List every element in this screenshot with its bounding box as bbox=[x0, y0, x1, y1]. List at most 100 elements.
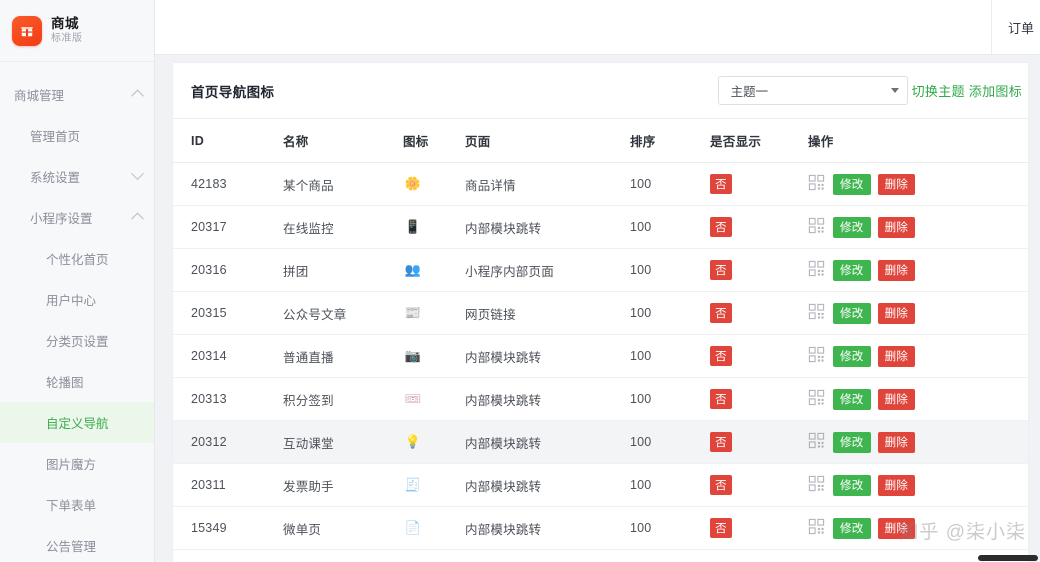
qrcode-icon[interactable] bbox=[808, 174, 825, 194]
status-badge: 否 bbox=[710, 346, 732, 366]
column-header-sort: 排序 bbox=[630, 135, 656, 149]
qrcode-icon[interactable] bbox=[808, 217, 825, 237]
sidebar-item-announcement[interactable]: 公告管理 bbox=[0, 525, 154, 562]
sidebar: 商城 标准版 商城管理 管理首页 系统设置 小程序设置 个性化首页 用户中心 分… bbox=[0, 0, 155, 562]
status-badge: 否 bbox=[710, 260, 732, 280]
sidebar-item-miniprogram-settings[interactable]: 小程序设置 bbox=[0, 197, 154, 238]
chevron-up-icon bbox=[131, 212, 144, 226]
page-icon: 📄 bbox=[404, 520, 422, 535]
edit-button[interactable]: 修改 bbox=[833, 517, 871, 539]
table-row[interactable]: 20314 普通直播 📷 内部模块跳转 100 否 修改 删除 bbox=[173, 335, 1028, 378]
qrcode-icon[interactable] bbox=[808, 432, 825, 452]
cell-sort: 100 bbox=[630, 306, 652, 320]
cell-sort: 100 bbox=[630, 177, 652, 191]
cell-page: 内部模块跳转 bbox=[465, 436, 542, 451]
qrcode-icon[interactable] bbox=[808, 475, 825, 495]
edit-button[interactable]: 修改 bbox=[833, 474, 871, 496]
cell-name: 公众号文章 bbox=[283, 307, 347, 322]
edit-button[interactable]: 修改 bbox=[833, 302, 871, 324]
edit-button[interactable]: 修改 bbox=[833, 345, 871, 367]
sidebar-item-label: 轮播图 bbox=[46, 376, 84, 390]
cell-name: 积分签到 bbox=[283, 393, 334, 408]
table-body: 42183 某个商品 🌼 商品详情 100 否修改 删除 20317 在线监控 📱 内部模块跳转 10… bbox=[173, 163, 1028, 550]
sidebar-item-carousel[interactable]: 轮播图 bbox=[0, 361, 154, 402]
delete-button[interactable]: 删除 bbox=[877, 302, 916, 324]
table-row[interactable]: 20315 公众号文章 📰 网页链接 100 否 修改 删除 bbox=[173, 292, 1028, 335]
table-row[interactable]: 20312 互动课堂 💡 内部模块跳转 100 否 修改 删除 bbox=[173, 421, 1028, 464]
delete-button[interactable]: 删除 bbox=[877, 431, 916, 453]
cell-sort: 100 bbox=[630, 349, 652, 363]
edit-button[interactable]: 修改 bbox=[833, 173, 871, 195]
delete-button[interactable]: 删除 bbox=[877, 517, 916, 539]
cell-id: 20317 bbox=[191, 220, 227, 234]
qrcode-icon[interactable] bbox=[808, 303, 825, 323]
cell-id: 20311 bbox=[191, 478, 226, 492]
sidebar-item-image-cube[interactable]: 图片魔方 bbox=[0, 443, 154, 484]
navigation-icons-card: 首页导航图标 主题一 切换主题 添加图标 ID 名称 图标 页面 排序 是否显示… bbox=[173, 63, 1028, 562]
cell-page: 商品详情 bbox=[465, 178, 516, 193]
cell-icon: 👥 bbox=[403, 260, 465, 280]
cell-icon: 🎟 bbox=[403, 389, 465, 409]
add-icon-link[interactable]: 添加图标 bbox=[965, 81, 1022, 100]
sidebar-item-label: 小程序设置 bbox=[30, 212, 93, 226]
column-header-page: 页面 bbox=[465, 135, 491, 149]
sidebar-item-order-form[interactable]: 下单表单 bbox=[0, 484, 154, 525]
cell-page: 内部模块跳转 bbox=[465, 479, 542, 494]
edit-button[interactable]: 修改 bbox=[833, 431, 871, 453]
status-badge: 否 bbox=[710, 432, 732, 452]
scrollbar-thumb[interactable] bbox=[978, 555, 1038, 561]
edit-button[interactable]: 修改 bbox=[833, 259, 871, 281]
sidebar-item-user-center[interactable]: 用户中心 bbox=[0, 279, 154, 320]
table-row[interactable]: 20313 积分签到 🎟 内部模块跳转 100 否 修改 删除 bbox=[173, 378, 1028, 421]
cell-operations: 修改 删除 bbox=[808, 259, 1020, 281]
cell-page: 小程序内部页面 bbox=[465, 264, 554, 279]
sidebar-item-management-home[interactable]: 管理首页 bbox=[0, 115, 154, 156]
column-header-id: ID bbox=[191, 133, 205, 148]
delete-button[interactable]: 删除 bbox=[877, 259, 916, 281]
cell-show: 否 bbox=[710, 303, 808, 323]
horizontal-scrollbar[interactable] bbox=[155, 555, 1040, 562]
cell-show: 否 bbox=[710, 518, 808, 538]
qrcode-icon[interactable] bbox=[808, 346, 825, 366]
table-row[interactable]: 20317 在线监控 📱 内部模块跳转 100 否 修改 删除 bbox=[173, 206, 1028, 249]
table-row[interactable]: 15349 微单页 📄 内部模块跳转 100 否 修改 删除 bbox=[173, 507, 1028, 550]
theme-select[interactable]: 主题一 bbox=[717, 76, 908, 105]
sidebar-item-custom-navigation[interactable]: 自定义导航 bbox=[0, 402, 154, 443]
cell-page: 内部模块跳转 bbox=[465, 393, 542, 408]
brand-text: 商城 标准版 bbox=[51, 15, 83, 45]
edit-button[interactable]: 修改 bbox=[833, 216, 871, 238]
cell-name: 拼团 bbox=[283, 264, 309, 279]
sidebar-item-personalized-home[interactable]: 个性化首页 bbox=[0, 238, 154, 279]
delete-button[interactable]: 删除 bbox=[877, 345, 916, 367]
sidebar-item-system-settings[interactable]: 系统设置 bbox=[0, 156, 154, 197]
edit-button[interactable]: 修改 bbox=[833, 388, 871, 410]
sidebar-item-label: 系统设置 bbox=[30, 171, 81, 185]
sidebar-item-category-page[interactable]: 分类页设置 bbox=[0, 320, 154, 361]
table-row[interactable]: 20316 拼团 👥 小程序内部页面 100 否 修改 删除 bbox=[173, 249, 1028, 292]
delete-button[interactable]: 删除 bbox=[877, 216, 916, 238]
status-badge: 否 bbox=[710, 475, 732, 495]
brand-title: 商城 bbox=[51, 15, 79, 31]
cell-operations: 修改 删除 bbox=[808, 302, 1020, 324]
qrcode-icon[interactable] bbox=[808, 518, 825, 538]
cell-operations: 修改 删除 bbox=[808, 474, 1020, 496]
brand[interactable]: 商城 标准版 bbox=[0, 0, 154, 62]
topbar-item-orders[interactable]: 订单 bbox=[1008, 18, 1036, 37]
group-icon: 👥 bbox=[404, 262, 422, 277]
chevron-up-icon bbox=[131, 89, 144, 103]
delete-button[interactable]: 删除 bbox=[877, 388, 916, 410]
cell-icon: 🧾 bbox=[403, 475, 465, 495]
switch-theme-link[interactable]: 切换主题 bbox=[908, 81, 965, 100]
qrcode-icon[interactable] bbox=[808, 389, 825, 409]
delete-button[interactable]: 删除 bbox=[877, 474, 916, 496]
sidebar-item-label: 自定义导航 bbox=[46, 417, 109, 431]
table-row[interactable]: 42183 某个商品 🌼 商品详情 100 否 修改 删除 bbox=[173, 163, 1028, 206]
cell-icon: 📰 bbox=[403, 303, 465, 323]
qrcode-icon[interactable] bbox=[808, 260, 825, 280]
delete-button[interactable]: 删除 bbox=[877, 173, 916, 195]
cell-id: 20314 bbox=[191, 349, 227, 363]
sidebar-item-shop-management[interactable]: 商城管理 bbox=[0, 74, 154, 115]
cell-sort: 100 bbox=[630, 392, 652, 406]
top-bar: 订单 bbox=[155, 0, 1040, 55]
table-row[interactable]: 20311 发票助手 🧾 内部模块跳转 100 否 修改 删除 bbox=[173, 464, 1028, 507]
